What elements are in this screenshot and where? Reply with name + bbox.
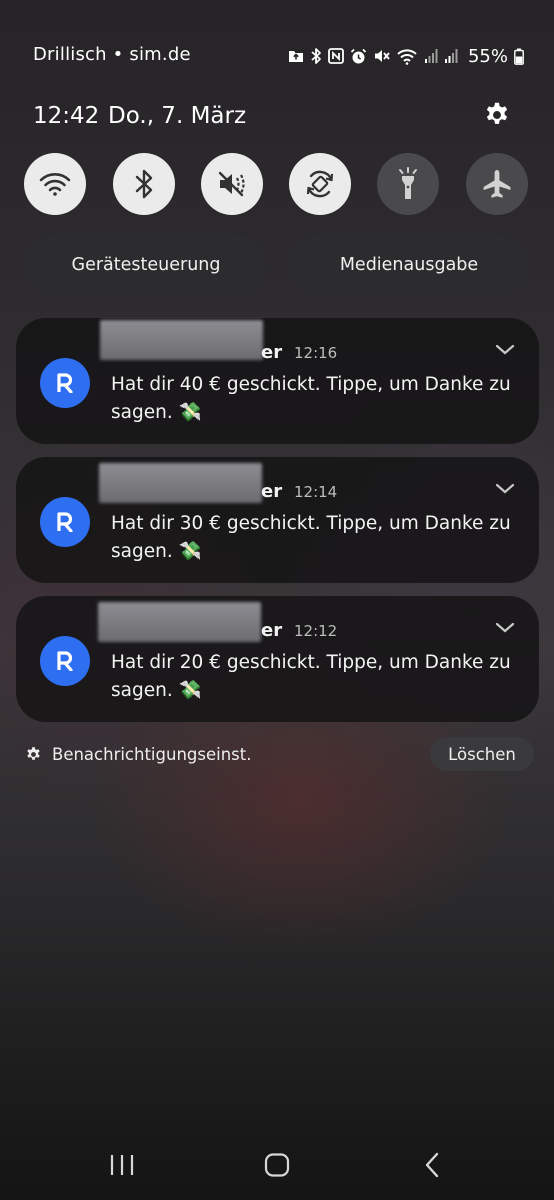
sender-name-redacted bbox=[98, 602, 261, 642]
notification-sender: er bbox=[261, 620, 283, 641]
gear-icon bbox=[27, 746, 40, 760]
r-logo-icon bbox=[57, 373, 73, 393]
signal-icon bbox=[424, 49, 438, 63]
gear-icon bbox=[486, 102, 508, 124]
back-button[interactable] bbox=[412, 1148, 452, 1182]
bluetooth-toggle[interactable] bbox=[113, 153, 175, 215]
notification-card[interactable]: er 12:12 Hat dir 20 € geschickt. Tippe, … bbox=[16, 596, 539, 722]
notification-sender: er bbox=[261, 342, 283, 363]
notification-time: 12:14 bbox=[294, 483, 338, 501]
notification-card[interactable]: er 12:14 Hat dir 30 € geschickt. Tippe, … bbox=[16, 457, 539, 583]
quick-settings-row bbox=[0, 153, 554, 215]
rotate-icon bbox=[306, 170, 334, 198]
r-logo-icon bbox=[57, 512, 73, 532]
r-logo-icon bbox=[57, 651, 73, 671]
bluetooth-icon bbox=[135, 169, 153, 199]
notification-sender: er bbox=[261, 481, 283, 502]
chevron-down-icon[interactable] bbox=[494, 620, 516, 636]
battery-icon bbox=[514, 48, 524, 65]
device-control-button[interactable]: Gerätesteuerung bbox=[25, 235, 267, 295]
app-icon bbox=[40, 358, 90, 408]
mute-icon bbox=[218, 171, 245, 197]
wifi-icon bbox=[39, 173, 71, 196]
wifi-icon bbox=[397, 48, 417, 65]
auto-rotate-toggle[interactable] bbox=[289, 153, 351, 215]
settings-button[interactable] bbox=[480, 98, 514, 132]
battery-percentage: 55% bbox=[467, 45, 508, 67]
chevron-down-icon[interactable] bbox=[494, 481, 516, 497]
app-icon bbox=[40, 497, 90, 547]
bluetooth-icon bbox=[311, 48, 321, 64]
notification-message: Hat dir 40 € geschickt. Tippe, um Danke … bbox=[111, 374, 511, 423]
app-icon bbox=[40, 636, 90, 686]
recent-apps-icon bbox=[110, 1155, 134, 1175]
signal-icon bbox=[444, 49, 458, 63]
date: Do., 7. März bbox=[108, 103, 247, 129]
airplane-mode-toggle[interactable] bbox=[466, 153, 528, 215]
sender-name-redacted bbox=[99, 463, 262, 503]
sound-toggle[interactable] bbox=[201, 153, 263, 215]
clock: 12:42 bbox=[33, 103, 100, 129]
clear-button[interactable]: Löschen bbox=[430, 737, 534, 771]
notification-time: 12:16 bbox=[294, 344, 338, 362]
flashlight-icon bbox=[399, 167, 417, 199]
alarm-icon bbox=[350, 48, 367, 63]
notification-settings-link[interactable]: Benachrichtigungseinst. bbox=[25, 741, 251, 767]
airplane-icon bbox=[483, 170, 511, 198]
recent-apps-button[interactable] bbox=[102, 1148, 142, 1182]
status-icons: 55% bbox=[288, 44, 524, 68]
home-icon bbox=[264, 1153, 290, 1177]
chevron-down-icon[interactable] bbox=[494, 342, 516, 358]
home-button[interactable] bbox=[257, 1148, 297, 1182]
back-icon bbox=[425, 1152, 439, 1178]
notification-card[interactable]: er 12:16 Hat dir 40 € geschickt. Tippe, … bbox=[16, 318, 539, 444]
mute-icon bbox=[374, 50, 390, 62]
flashlight-toggle[interactable] bbox=[377, 153, 439, 215]
notification-app-icon bbox=[288, 51, 303, 62]
carrier-label: Drillisch • sim.de bbox=[33, 44, 191, 65]
nfc-icon bbox=[328, 48, 344, 64]
notification-message: Hat dir 20 € geschickt. Tippe, um Danke … bbox=[111, 652, 511, 701]
notification-settings-label: Benachrichtigungseinst. bbox=[52, 744, 252, 764]
notification-message: Hat dir 30 € geschickt. Tippe, um Danke … bbox=[111, 513, 511, 562]
wifi-toggle[interactable] bbox=[24, 153, 86, 215]
sender-name-redacted bbox=[100, 320, 263, 360]
notification-time: 12:12 bbox=[294, 622, 338, 640]
media-output-button[interactable]: Medienausgabe bbox=[288, 235, 530, 295]
